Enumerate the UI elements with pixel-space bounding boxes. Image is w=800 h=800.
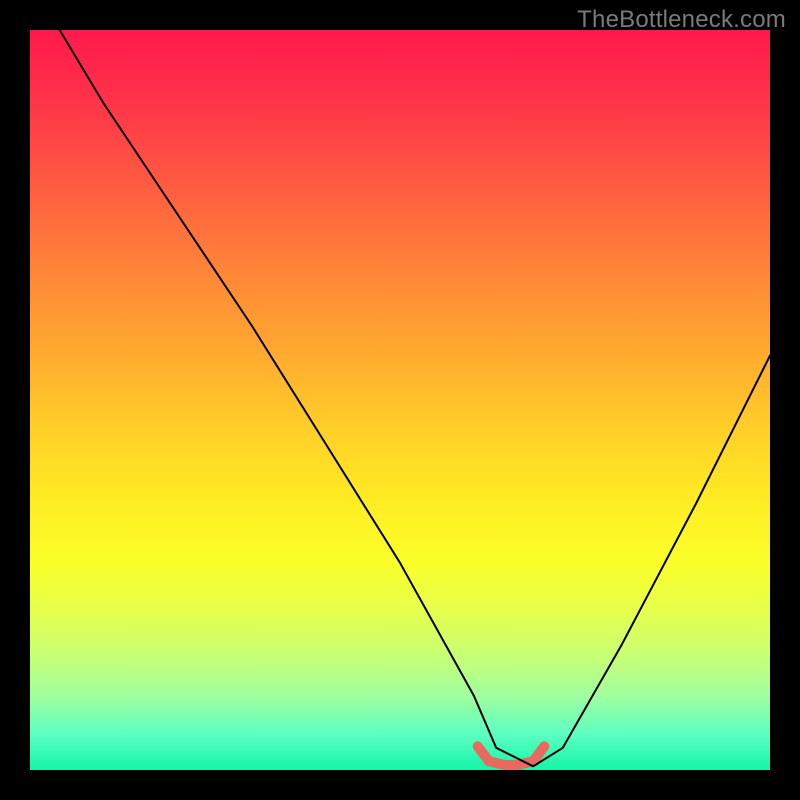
series-bottleneck-curve <box>60 30 770 766</box>
plot-area <box>30 30 770 770</box>
chart-svg <box>30 30 770 770</box>
chart-frame: TheBottleneck.com <box>0 0 800 800</box>
watermark-text: TheBottleneck.com <box>577 6 786 34</box>
